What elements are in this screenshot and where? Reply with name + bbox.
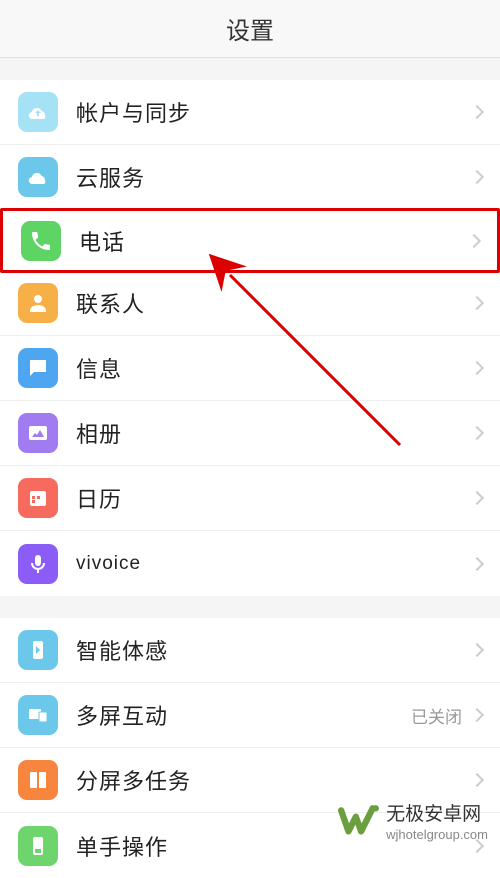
label: 电话 (79, 225, 469, 257)
label: 相册 (76, 417, 472, 449)
page-title: 设置 (226, 11, 274, 46)
row-multi-screen[interactable]: 多屏互动 已关闭 (0, 683, 500, 748)
onehand-icon (18, 826, 58, 866)
label: 智能体感 (76, 634, 472, 666)
section-1: 帐户与同步 云服务 电话 联系人 信息 相册 (0, 80, 500, 596)
chevron-right-icon (470, 361, 484, 375)
label: 多屏互动 (76, 699, 411, 731)
multiscreen-icon (18, 695, 58, 735)
chevron-right-icon (467, 233, 481, 247)
row-contacts[interactable]: 联系人 (0, 271, 500, 336)
chevron-right-icon (470, 426, 484, 440)
cloud-sync-icon (18, 92, 58, 132)
label: 信息 (76, 352, 472, 384)
chevron-right-icon (470, 491, 484, 505)
mic-icon (18, 544, 58, 584)
row-account-sync[interactable]: 帐户与同步 (0, 80, 500, 145)
calendar-icon (18, 478, 58, 518)
chevron-right-icon (470, 105, 484, 119)
message-icon (18, 348, 58, 388)
row-vivoice[interactable]: vivoice (0, 531, 500, 596)
label: 分屏多任务 (76, 764, 472, 796)
header: 设置 (0, 0, 500, 58)
smart-icon (18, 630, 58, 670)
chevron-right-icon (470, 170, 484, 184)
row-phone[interactable]: 电话 (0, 208, 500, 273)
watermark-title: 无极安卓网 (386, 804, 488, 827)
phone-icon (21, 221, 61, 261)
chevron-right-icon (470, 556, 484, 570)
watermark-url: wjhotelgroup.com (386, 827, 488, 843)
chevron-right-icon (470, 643, 484, 657)
chevron-right-icon (470, 708, 484, 722)
row-messages[interactable]: 信息 (0, 336, 500, 401)
row-gallery[interactable]: 相册 (0, 401, 500, 466)
row-calendar[interactable]: 日历 (0, 466, 500, 531)
label: 联系人 (76, 287, 472, 319)
split-icon (18, 760, 58, 800)
row-smart-motion[interactable]: 智能体感 (0, 618, 500, 683)
label: 帐户与同步 (76, 96, 472, 128)
label: 日历 (76, 482, 472, 514)
chevron-right-icon (470, 773, 484, 787)
label: 云服务 (76, 161, 472, 193)
gallery-icon (18, 413, 58, 453)
row-cloud-service[interactable]: 云服务 (0, 145, 500, 210)
label: vivoice (76, 553, 472, 575)
status-text: 已关闭 (411, 703, 462, 728)
contact-icon (18, 283, 58, 323)
watermark: 无极安卓网 wjhotelgroup.com (338, 802, 488, 844)
cloud-icon (18, 157, 58, 197)
watermark-logo-icon (338, 802, 380, 844)
chevron-right-icon (470, 296, 484, 310)
